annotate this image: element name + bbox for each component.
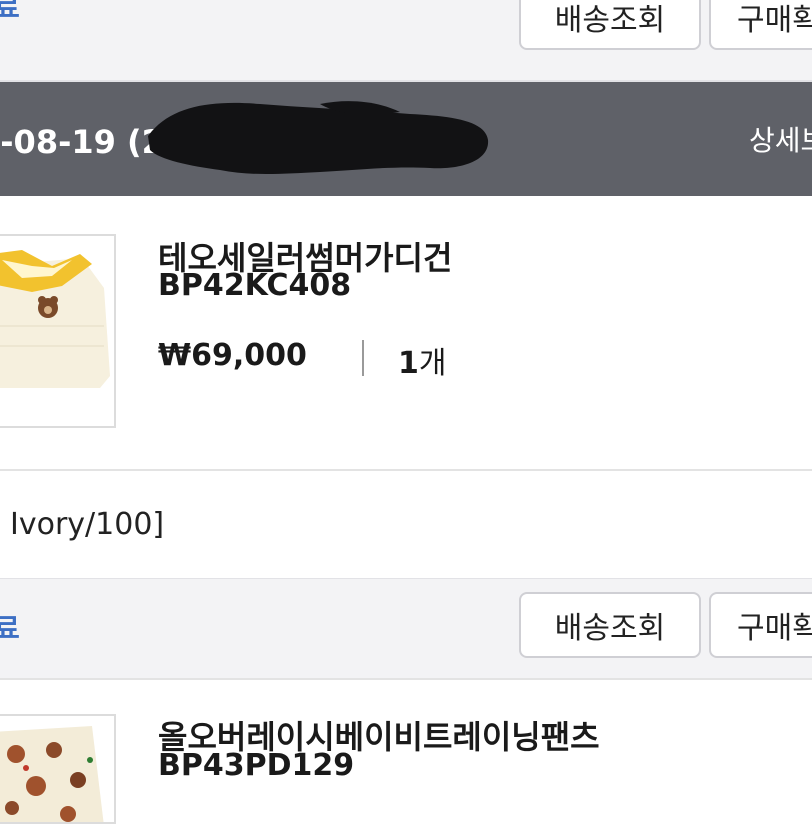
order-status-label: 료 [0,0,20,24]
product-thumbnail[interactable] [0,714,116,824]
pants-image [0,716,114,822]
product-quantity: 1개 [398,338,446,382]
product-code: BP42KC408 [158,268,352,303]
track-delivery-button[interactable]: 배송조회 [519,592,701,658]
cardigan-image [0,236,114,426]
price-qty-separator [362,340,364,376]
product-option: Ivory/100] [10,507,165,542]
product-code: BP43PD129 [158,748,355,783]
order-status-label: 료 [0,612,20,645]
product-price: ₩69,000 [158,338,307,373]
confirm-purchase-button[interactable]: 구매확 [709,0,812,50]
order-detail-link[interactable]: 상세보 [749,119,812,159]
divider [0,678,812,680]
confirm-purchase-button[interactable]: 구매확 [709,592,812,658]
divider [0,469,812,471]
redaction-mark [148,101,489,174]
product-thumbnail[interactable] [0,234,116,428]
quantity-number: 1 [398,346,419,381]
track-delivery-button[interactable]: 배송조회 [519,0,701,50]
quantity-unit: 개 [418,346,447,381]
